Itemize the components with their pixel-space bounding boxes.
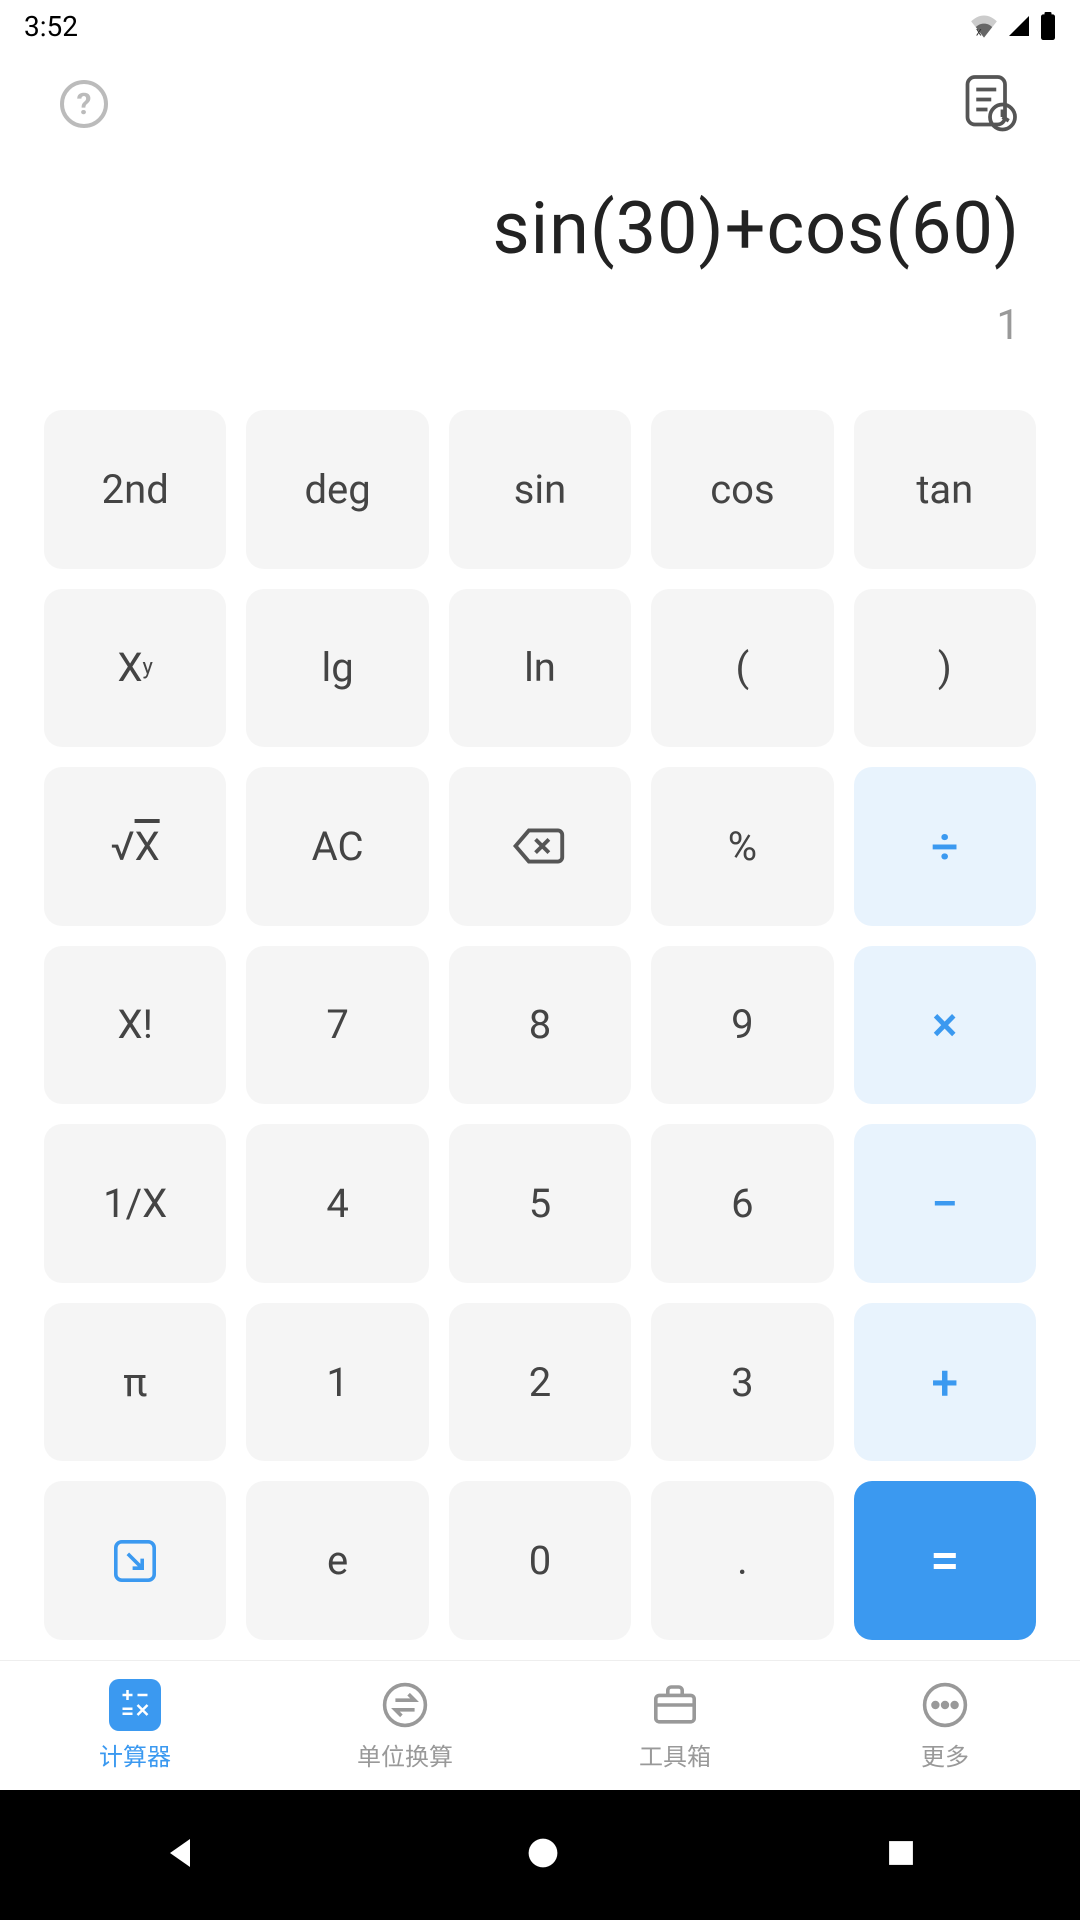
collapse-icon <box>111 1537 159 1585</box>
key-0[interactable]: 0 <box>449 1481 631 1640</box>
nav-calculator[interactable]: 计算器 <box>0 1661 270 1790</box>
key-multiply[interactable]: × <box>854 946 1036 1105</box>
top-bar: ? <box>0 52 1080 146</box>
key-dot[interactable]: . <box>651 1481 833 1640</box>
nav-label: 更多 <box>921 1737 969 1772</box>
key-tan[interactable]: tan <box>854 410 1036 569</box>
key-rparen[interactable]: ) <box>854 589 1036 748</box>
status-time: 3:52 <box>24 10 78 43</box>
result-display: 1 <box>996 301 1020 350</box>
key-1[interactable]: 1 <box>246 1303 428 1462</box>
key-9[interactable]: 9 <box>651 946 833 1105</box>
key-8[interactable]: 8 <box>449 946 631 1105</box>
key-deg[interactable]: deg <box>246 410 428 569</box>
wifi-icon: x <box>970 14 998 38</box>
key-3[interactable]: 3 <box>651 1303 833 1462</box>
key-e[interactable]: e <box>246 1481 428 1640</box>
convert-icon <box>379 1679 431 1731</box>
key-collapse[interactable] <box>44 1481 226 1640</box>
key-cos[interactable]: cos <box>651 410 833 569</box>
signal-icon <box>1006 14 1032 38</box>
nav-more[interactable]: 更多 <box>810 1661 1080 1790</box>
help-icon[interactable]: ? <box>60 80 108 128</box>
nav-label: 单位换算 <box>357 1737 453 1772</box>
key-ac[interactable]: AC <box>246 767 428 926</box>
key-sqrt[interactable]: √X <box>44 767 226 926</box>
key-add[interactable]: + <box>854 1303 1036 1462</box>
keypad: 2nd deg sin cos tan Xy lg ln ( ) √X AC %… <box>0 380 1080 1660</box>
display-area: sin(30)+cos(60) 1 <box>0 146 1080 380</box>
backspace-icon <box>513 826 567 866</box>
key-5[interactable]: 5 <box>449 1124 631 1283</box>
nav-unit[interactable]: 单位换算 <box>270 1661 540 1790</box>
bottom-nav: 计算器 单位换算 工具箱 更多 <box>0 1660 1080 1790</box>
key-backspace[interactable] <box>449 767 631 926</box>
key-ln[interactable]: ln <box>449 589 631 748</box>
more-icon <box>919 1679 971 1731</box>
key-pi[interactable]: π <box>44 1303 226 1462</box>
key-divide[interactable]: ÷ <box>854 767 1036 926</box>
key-equals[interactable]: = <box>854 1481 1036 1640</box>
status-icons: x <box>970 12 1056 40</box>
key-6[interactable]: 6 <box>651 1124 833 1283</box>
key-power[interactable]: Xy <box>44 589 226 748</box>
battery-icon <box>1040 12 1056 40</box>
key-4[interactable]: 4 <box>246 1124 428 1283</box>
key-2[interactable]: 2 <box>449 1303 631 1462</box>
nav-label: 工具箱 <box>639 1737 711 1772</box>
key-subtract[interactable]: − <box>854 1124 1036 1283</box>
key-7[interactable]: 7 <box>246 946 428 1105</box>
history-icon[interactable] <box>960 72 1020 136</box>
svg-text:x: x <box>976 24 982 38</box>
recent-button[interactable] <box>884 1836 918 1874</box>
key-sin[interactable]: sin <box>449 410 631 569</box>
key-factorial[interactable]: X! <box>44 946 226 1105</box>
key-percent[interactable]: % <box>651 767 833 926</box>
calculator-icon <box>109 1679 161 1731</box>
key-lparen[interactable]: ( <box>651 589 833 748</box>
key-lg[interactable]: lg <box>246 589 428 748</box>
system-nav <box>0 1790 1080 1920</box>
nav-toolbox[interactable]: 工具箱 <box>540 1661 810 1790</box>
toolbox-icon <box>649 1679 701 1731</box>
back-button[interactable] <box>162 1833 202 1877</box>
status-bar: 3:52 x <box>0 0 1080 52</box>
key-2nd[interactable]: 2nd <box>44 410 226 569</box>
expression-display: sin(30)+cos(60) <box>493 186 1020 271</box>
nav-label: 计算器 <box>99 1737 171 1772</box>
key-reciprocal[interactable]: 1/X <box>44 1124 226 1283</box>
home-button[interactable] <box>525 1835 561 1875</box>
